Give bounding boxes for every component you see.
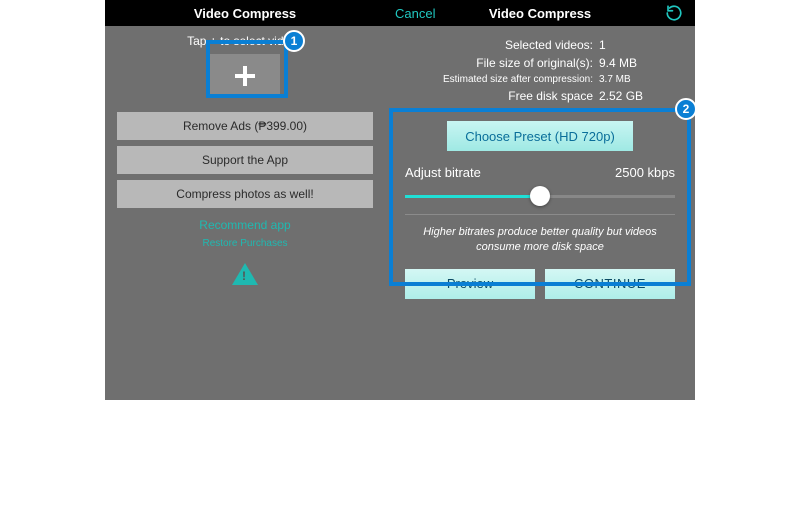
- settings-box: Choose Preset (HD 720p) Adjust bitrate 2…: [395, 113, 685, 311]
- slider-fill: [405, 195, 540, 198]
- bitrate-value: 2500 kbps: [615, 165, 675, 180]
- continue-button[interactable]: CONTINUE: [545, 269, 675, 299]
- compress-photos-button[interactable]: Compress photos as well!: [117, 180, 373, 208]
- preview-button[interactable]: Preview: [405, 269, 535, 299]
- choose-preset-button[interactable]: Choose Preset (HD 720p): [447, 121, 633, 151]
- compress-settings-screen: Cancel Video Compress Selected videos: 1 …: [385, 0, 695, 400]
- bitrate-label: Adjust bitrate: [405, 165, 481, 180]
- support-app-button[interactable]: Support the App: [117, 146, 373, 174]
- divider: [405, 214, 675, 215]
- estimated-size-label: Estimated size after compression:: [425, 72, 593, 87]
- topbar: Cancel Video Compress: [385, 0, 695, 26]
- selected-videos-label: Selected videos:: [425, 36, 593, 54]
- bitrate-hint: Higher bitrates produce better quality b…: [405, 225, 675, 255]
- restore-purchases-link[interactable]: Restore Purchases: [105, 238, 385, 249]
- free-space-label: Free disk space: [425, 87, 593, 105]
- recommend-app-link[interactable]: Recommend app: [105, 218, 385, 232]
- free-space-value: 2.52 GB: [599, 87, 655, 105]
- topbar: Video Compress: [105, 0, 385, 26]
- refresh-icon[interactable]: [665, 0, 683, 26]
- app-title: Video Compress: [194, 6, 296, 21]
- remove-ads-button[interactable]: Remove Ads (₱399.00): [117, 112, 373, 140]
- estimated-size-value: 3.7 MB: [599, 72, 655, 87]
- cancel-button[interactable]: Cancel: [395, 0, 435, 26]
- original-size-label: File size of original(s):: [425, 54, 593, 72]
- home-screen: Video Compress Tap + to select videos Re…: [105, 0, 385, 400]
- file-info: Selected videos: 1 File size of original(…: [385, 36, 695, 105]
- plus-icon: [232, 63, 258, 89]
- selected-videos-value: 1: [599, 36, 655, 54]
- tap-hint: Tap + to select videos: [105, 34, 385, 48]
- warning-icon[interactable]: [232, 263, 258, 285]
- original-size-value: 9.4 MB: [599, 54, 655, 72]
- bitrate-slider[interactable]: [405, 186, 675, 208]
- app-title: Video Compress: [489, 6, 591, 21]
- slider-knob[interactable]: [530, 186, 550, 206]
- add-video-button[interactable]: [210, 54, 280, 98]
